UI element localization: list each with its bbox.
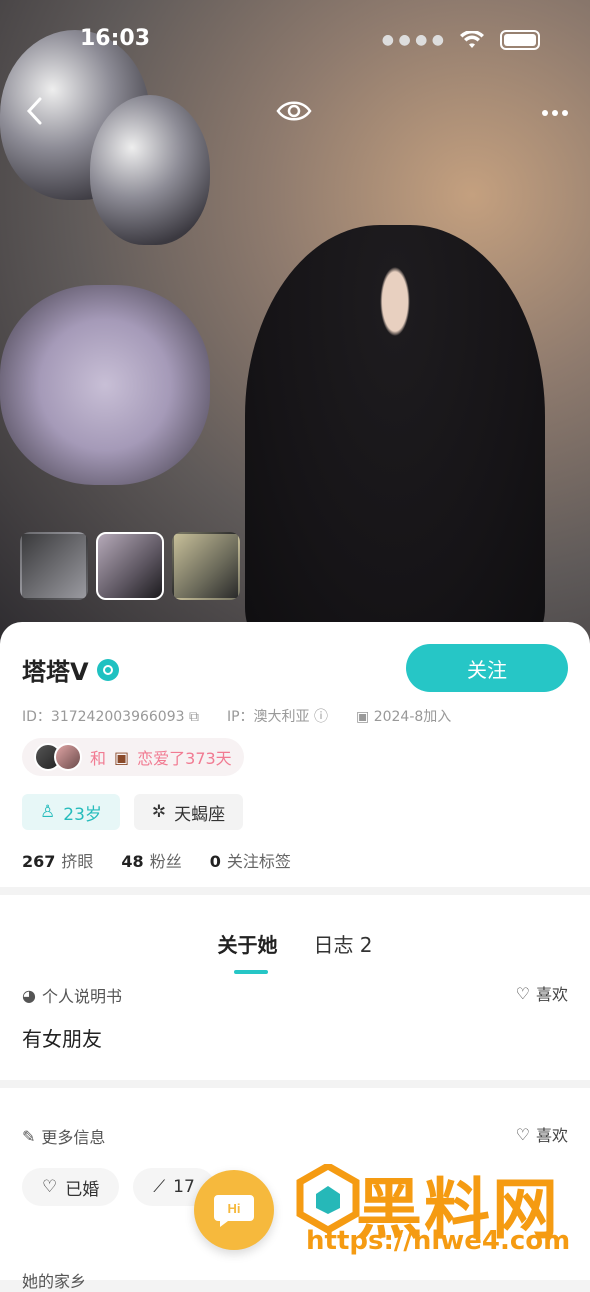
- couple-avatars: [34, 743, 82, 771]
- profile-stats: 267 挤眼 48 粉丝 0 关注标签: [22, 848, 291, 872]
- watermark-url: https://hlwe4.com: [306, 1226, 571, 1256]
- love-prefix: 和: [90, 749, 107, 768]
- ruler-icon: ⟋: [153, 1177, 166, 1197]
- ip-location: IP：澳大利亚 ⓘ: [226, 709, 329, 725]
- profile-tags: ♙ 23岁 ✲ 天蝎座: [22, 794, 244, 830]
- woman-emoji-icon: ◕: [22, 985, 36, 1005]
- cake-icon: ♙: [40, 802, 56, 822]
- wifi-icon: [460, 31, 484, 48]
- svg-text:Hi: Hi: [228, 1201, 241, 1216]
- photo-thumbnail-active[interactable]: [96, 532, 164, 600]
- signal-dots-icon: ● ● ● ●: [381, 32, 444, 48]
- hometown-header: 她的家乡: [22, 1272, 87, 1291]
- relationship-badge[interactable]: 和 ▣ 恋爱了373天: [22, 738, 244, 776]
- photo-thumbnail[interactable]: [172, 532, 240, 600]
- tab-diary[interactable]: 日志 2: [313, 929, 372, 958]
- balloon-shape: [90, 95, 210, 245]
- say-hi-button[interactable]: Hi: [194, 1170, 274, 1250]
- chat-bubble-icon: Hi: [214, 1195, 254, 1227]
- user-id: ID：317242003966093 ⧉: [22, 709, 199, 725]
- love-duration: 恋爱了373天: [137, 749, 232, 768]
- person-figure: [245, 225, 545, 650]
- eye-icon[interactable]: [276, 98, 312, 128]
- copy-icon[interactable]: ⧉: [189, 709, 199, 725]
- photo-thumbnail[interactable]: [20, 532, 88, 600]
- stat-item[interactable]: 0 关注标签: [210, 848, 291, 872]
- back-icon[interactable]: [24, 96, 46, 130]
- scorpio-icon: ✲: [151, 802, 167, 822]
- verified-icon: [96, 658, 119, 681]
- age-tag: ♙ 23岁: [22, 794, 120, 830]
- watermark: 黑料网 https://hlwe4.com: [296, 1160, 586, 1260]
- join-date: ▣ 2024-8加入: [356, 709, 452, 725]
- marital-chip: ♡ 已婚: [22, 1168, 120, 1206]
- profile-tabs: 关于她 日志 2: [0, 929, 590, 974]
- profile-card: 塔塔V 关注 ID：317242003966093 ⧉ IP：澳大利亚 ⓘ ▣ …: [0, 622, 590, 887]
- more-like-button[interactable]: ♡ 喜欢: [516, 1122, 568, 1146]
- avatar: [54, 743, 82, 771]
- profile-meta: ID：317242003966093 ⧉ IP：澳大利亚 ⓘ ▣ 2024-8加…: [22, 706, 451, 726]
- profile-name: 塔塔V: [22, 658, 89, 686]
- profile-name-row: 塔塔V: [22, 652, 119, 687]
- battery-icon: [500, 30, 540, 50]
- about-section: 关于她 日志 2 ◕ 个人说明书 ♡ 喜欢 有女朋友: [0, 895, 590, 1080]
- photo-thumbnails: [20, 532, 240, 600]
- status-icons: ● ● ● ●: [382, 30, 540, 50]
- watermark-logo: [296, 1164, 360, 1234]
- suitcase-icon: ▣: [114, 747, 130, 767]
- tab-about[interactable]: 关于她: [217, 929, 277, 974]
- stat-item[interactable]: 267 挤眼: [22, 848, 93, 872]
- flower-bouquet: [0, 285, 210, 485]
- follow-button[interactable]: 关注: [406, 644, 568, 692]
- profile-cover-photo[interactable]: 16:03 ● ● ● ●: [0, 0, 590, 650]
- help-icon[interactable]: ⓘ: [314, 709, 328, 725]
- stat-item[interactable]: 48 粉丝: [121, 848, 181, 872]
- bio-like-button[interactable]: ♡ 喜欢: [516, 981, 568, 1005]
- more-icon[interactable]: [542, 102, 568, 121]
- calendar-icon: ▣: [356, 709, 370, 725]
- more-info-header: ✎ 更多信息: [22, 1126, 106, 1148]
- heart-icon: ♡: [42, 1177, 58, 1197]
- bio-header: ◕ 个人说明书: [22, 985, 122, 1007]
- heart-icon: ♡: [515, 1124, 530, 1144]
- zodiac-tag: ✲ 天蝎座: [133, 794, 244, 830]
- memo-icon: ✎: [22, 1126, 36, 1146]
- status-time: 16:03: [80, 26, 151, 51]
- bio-text: 有女朋友: [22, 1027, 102, 1051]
- heart-icon: ♡: [515, 983, 530, 1003]
- info-chips: ♡ 已婚 ⟋ 17: [22, 1168, 215, 1206]
